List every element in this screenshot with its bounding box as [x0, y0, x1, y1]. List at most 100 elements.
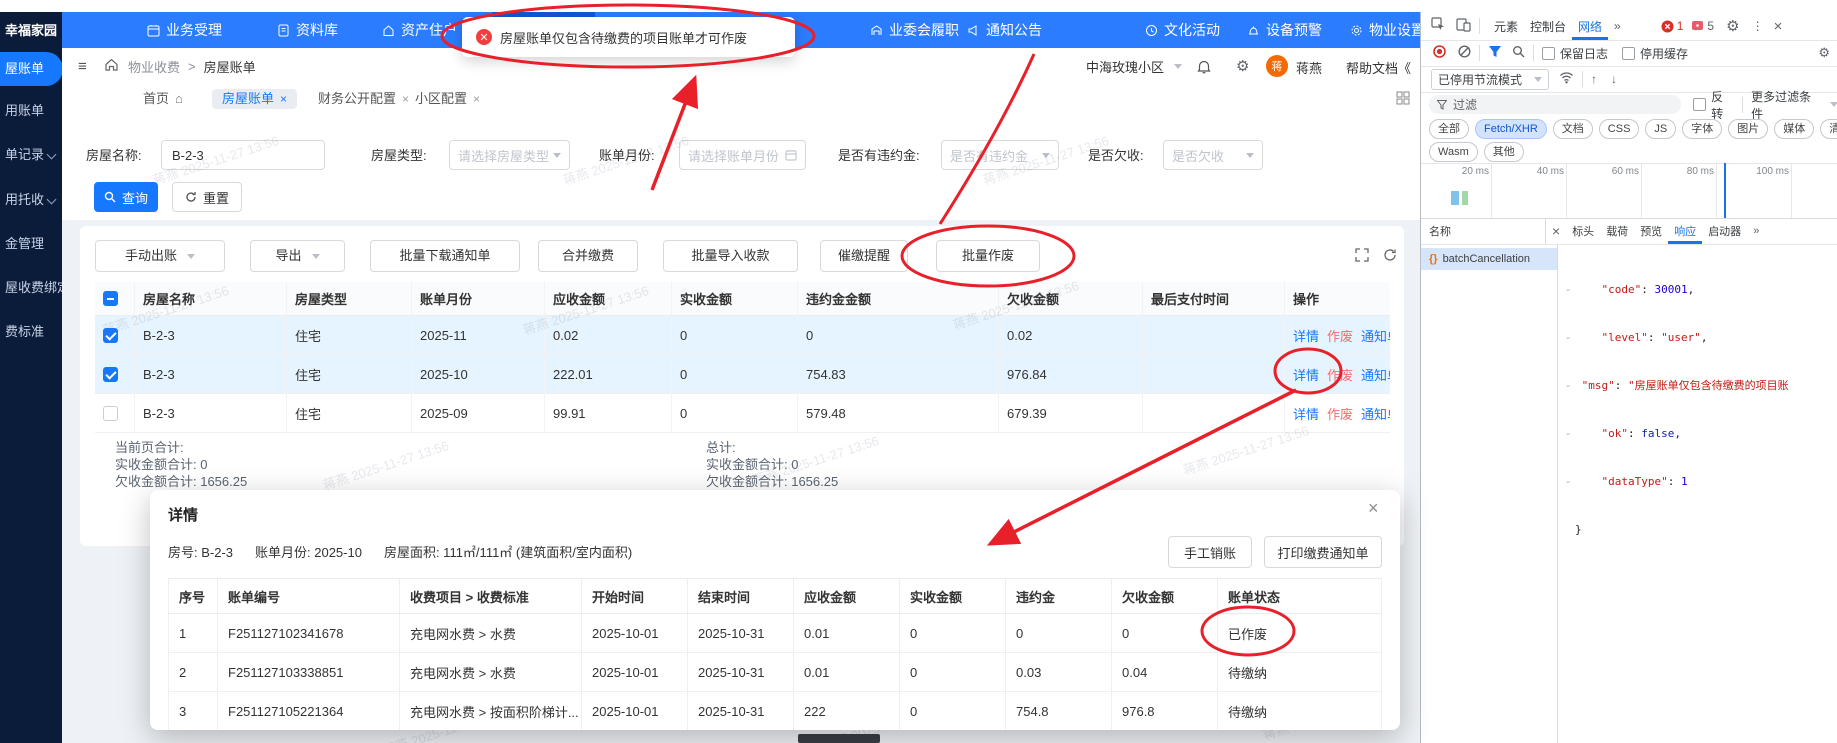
devtools-tab-network[interactable]: 网络: [1572, 12, 1608, 40]
menu-fold-icon[interactable]: ≡: [78, 58, 87, 75]
search-button[interactable]: 查询: [94, 182, 158, 212]
record-icon[interactable]: [1433, 45, 1446, 61]
devtools-tab-console[interactable]: 控制台: [1524, 12, 1572, 40]
notice-link[interactable]: 通知单: [1361, 404, 1390, 423]
nav-item-committee[interactable]: 业委会履职: [870, 12, 959, 48]
tab-payload[interactable]: 载荷: [1600, 218, 1634, 244]
chip-img[interactable]: 图片: [1728, 119, 1769, 139]
inspect-icon[interactable]: [1431, 17, 1446, 35]
tab-community-config[interactable]: 小区配置 ×: [415, 89, 480, 109]
chip-font[interactable]: 字体: [1682, 119, 1723, 139]
nav-item-assets[interactable]: 资产住户: [382, 12, 457, 48]
preserve-log-checkbox[interactable]: 保留日志: [1542, 45, 1608, 62]
community-selector[interactable]: 中海玫瑰小区: [1086, 48, 1183, 85]
tab-response[interactable]: 响应: [1668, 218, 1702, 244]
table-row[interactable]: B-2-3 住宅 2025-09 99.91 0 579.48 679.39 详…: [95, 394, 1390, 433]
detail-link[interactable]: 详情: [1293, 326, 1319, 345]
nav-item-culture[interactable]: 文化活动: [1145, 12, 1220, 48]
sidebar-item-fee-bill[interactable]: 用账单: [0, 100, 62, 122]
cancel-link[interactable]: 作废: [1327, 326, 1353, 345]
network-settings-icon[interactable]: ⚙: [1818, 45, 1830, 61]
chip-media[interactable]: 媒体: [1774, 119, 1815, 139]
disable-cache-checkbox[interactable]: 停用缓存: [1622, 45, 1688, 62]
chip-wasm[interactable]: Wasm: [1429, 142, 1478, 162]
clear-icon[interactable]: [1458, 45, 1471, 61]
kebab-menu-icon[interactable]: ⋮: [1752, 19, 1764, 33]
sidebar-item-fee-binding[interactable]: 屋收费绑定: [0, 277, 62, 299]
chip-fetch-xhr[interactable]: Fetch/XHR: [1475, 119, 1547, 139]
breadcrumb-root[interactable]: 物业收费: [128, 57, 180, 76]
sidebar-item-house-bill[interactable]: 屋账单: [0, 52, 62, 86]
nav-item-device-alert[interactable]: 设备预警: [1247, 12, 1322, 48]
nav-item-notice[interactable]: 通知公告: [967, 12, 1042, 48]
manual-writeoff-button[interactable]: 手工销账: [1168, 536, 1252, 568]
network-conditions-icon[interactable]: [1559, 71, 1574, 87]
avatar[interactable]: 蒋: [1266, 55, 1288, 77]
import-har-icon[interactable]: ↑: [1591, 72, 1597, 86]
arrears-select[interactable]: 是否欠收: [1163, 140, 1263, 170]
select-all-checkbox[interactable]: [95, 282, 135, 315]
bill-month-picker[interactable]: 请选择账单月份: [679, 140, 806, 170]
house-type-select[interactable]: 请选择房屋类型: [449, 140, 570, 170]
export-button[interactable]: 导出: [250, 240, 345, 272]
tab-headers[interactable]: 标头: [1566, 218, 1600, 244]
tab-preview[interactable]: 预览: [1634, 218, 1668, 244]
detail-link[interactable]: 详情: [1293, 365, 1319, 384]
help-doc-link[interactable]: 帮助文档《: [1346, 58, 1418, 77]
chip-all[interactable]: 全部: [1429, 119, 1469, 139]
chip-js[interactable]: JS: [1645, 119, 1677, 139]
close-icon[interactable]: ×: [402, 89, 409, 109]
request-row-selected[interactable]: {} batchCancellation: [1421, 248, 1557, 270]
nav-item-settings[interactable]: 物业设置: [1350, 12, 1425, 48]
manual-billing-button[interactable]: 手动出账: [95, 240, 225, 272]
notice-link[interactable]: 通知单: [1361, 326, 1390, 345]
close-icon[interactable]: ×: [473, 89, 480, 109]
nav-item-library[interactable]: 资料库: [277, 12, 338, 48]
reset-button[interactable]: 重置: [172, 182, 242, 212]
table-row[interactable]: B-2-3 住宅 2025-10 222.01 0 754.83 976.84 …: [95, 355, 1390, 394]
cancel-link[interactable]: 作废: [1327, 404, 1353, 423]
detail-link[interactable]: 详情: [1293, 404, 1319, 423]
network-timeline[interactable]: 20 ms 40 ms 60 ms 80 ms 100 ms: [1421, 163, 1837, 219]
tab-home[interactable]: 首页 ⌂: [143, 89, 183, 109]
devtools-tab-elements[interactable]: 元素: [1488, 12, 1524, 40]
chip-manifest[interactable]: 清单: [1820, 119, 1837, 139]
chip-doc[interactable]: 文档: [1552, 119, 1593, 139]
notice-link[interactable]: 通知单: [1361, 365, 1390, 384]
penalty-select[interactable]: 是否有违约金: [941, 140, 1059, 170]
error-badge[interactable]: 1: [1661, 19, 1683, 33]
modal-close-icon[interactable]: ×: [1368, 498, 1379, 519]
tab-finance-config[interactable]: 财务公开配置 ×: [318, 89, 409, 109]
house-name-input[interactable]: [170, 146, 316, 164]
cancel-link[interactable]: 作废: [1327, 365, 1353, 384]
export-har-icon[interactable]: ↓: [1611, 72, 1617, 86]
remind-button[interactable]: 催缴提醒: [820, 240, 908, 272]
batch-import-button[interactable]: 批量导入收款: [663, 240, 798, 272]
refresh-icon[interactable]: [1383, 248, 1397, 265]
expand-icon[interactable]: [1355, 248, 1369, 265]
merge-pay-button[interactable]: 合并缴费: [538, 240, 638, 272]
nav-item-business[interactable]: 业务受理: [147, 12, 222, 48]
search-icon[interactable]: [1512, 45, 1525, 61]
gear-icon[interactable]: ⚙: [1236, 57, 1249, 75]
row-checkbox[interactable]: [95, 316, 135, 354]
devtools-tabs-more[interactable]: »: [1608, 12, 1627, 40]
print-notice-button[interactable]: 打印缴费通知单: [1264, 536, 1382, 568]
throttle-select[interactable]: 已停用节流模式: [1431, 68, 1550, 90]
detail-tabs-more[interactable]: »: [1747, 218, 1765, 244]
chip-css[interactable]: CSS: [1598, 119, 1640, 139]
device-toolbar-icon[interactable]: [1456, 17, 1471, 35]
tab-house-bill[interactable]: 房屋账单 ×: [212, 89, 298, 109]
bell-icon[interactable]: [1196, 58, 1212, 77]
issues-badge[interactable]: 5: [1691, 19, 1714, 33]
breadcrumb-home-icon[interactable]: [104, 57, 119, 75]
devtools-close-icon[interactable]: ×: [1774, 18, 1783, 35]
sidebar-item-fee-standard[interactable]: 费标准: [0, 321, 62, 343]
layout-grid-icon[interactable]: [1396, 91, 1410, 108]
batch-cancel-button[interactable]: 批量作废: [936, 240, 1040, 272]
close-icon[interactable]: ×: [280, 89, 287, 109]
row-checkbox[interactable]: [95, 355, 135, 393]
name-column-header[interactable]: 名称: [1429, 223, 1545, 239]
filter-funnel-icon[interactable]: [1488, 45, 1502, 61]
row-checkbox[interactable]: [95, 394, 135, 432]
